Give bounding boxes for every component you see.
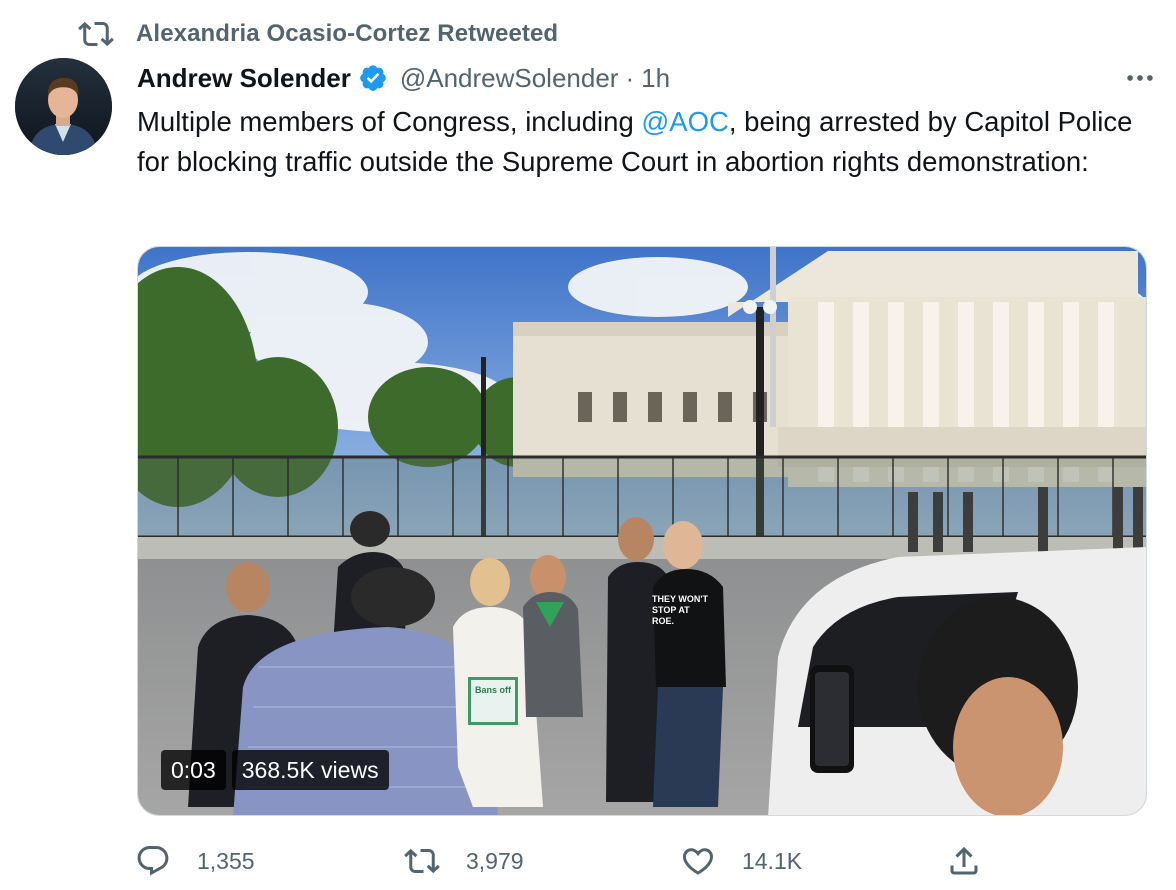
reply-button[interactable]: 1,355 (135, 836, 255, 886)
author-name[interactable]: Andrew Solender (137, 63, 351, 94)
video-player[interactable]: Bans off THEY WON'T STOP AT ROE. (137, 246, 1147, 816)
heart-icon (682, 848, 714, 875)
tweet-header: Andrew Solender @AndrewSolender · 1h (137, 58, 1156, 98)
video-stats-badge: 0:03 368.5K views (161, 750, 389, 790)
retweet-button[interactable]: 3,979 (404, 836, 524, 886)
avatar[interactable] (15, 58, 112, 155)
tweet-text: Multiple members of Congress, including … (137, 102, 1147, 182)
reply-count: 1,355 (197, 847, 255, 874)
mention-link[interactable]: @AOC (641, 106, 729, 137)
retweet-icon (404, 848, 440, 874)
author-handle[interactable]: @AndrewSolender (400, 63, 619, 94)
share-icon (950, 846, 978, 875)
like-button[interactable]: 14.1K (680, 836, 802, 886)
video-duration: 0:03 (161, 750, 226, 790)
share-button[interactable] (946, 836, 1008, 886)
retweet-icon (78, 21, 114, 47)
more-icon (1127, 75, 1153, 81)
retweet-count: 3,979 (466, 847, 524, 874)
reply-icon (137, 846, 169, 876)
timestamp[interactable]: 1h (641, 63, 670, 94)
retweet-context[interactable]: Alexandria Ocasio-Cortez Retweeted (78, 16, 558, 52)
more-options-button[interactable] (1122, 60, 1158, 96)
verified-badge-icon (360, 65, 386, 91)
tweet-text-part: Multiple members of Congress, including (137, 106, 642, 137)
like-count: 14.1K (742, 847, 803, 874)
tweet-actions: 1,355 3,979 14.1K (0, 836, 1176, 886)
sign-text: Bans off (475, 685, 512, 695)
separator-dot: · (625, 62, 635, 93)
retweeted-by-label: Alexandria Ocasio-Cortez Retweeted (136, 20, 559, 47)
view-count: 368.5K views (231, 750, 389, 790)
